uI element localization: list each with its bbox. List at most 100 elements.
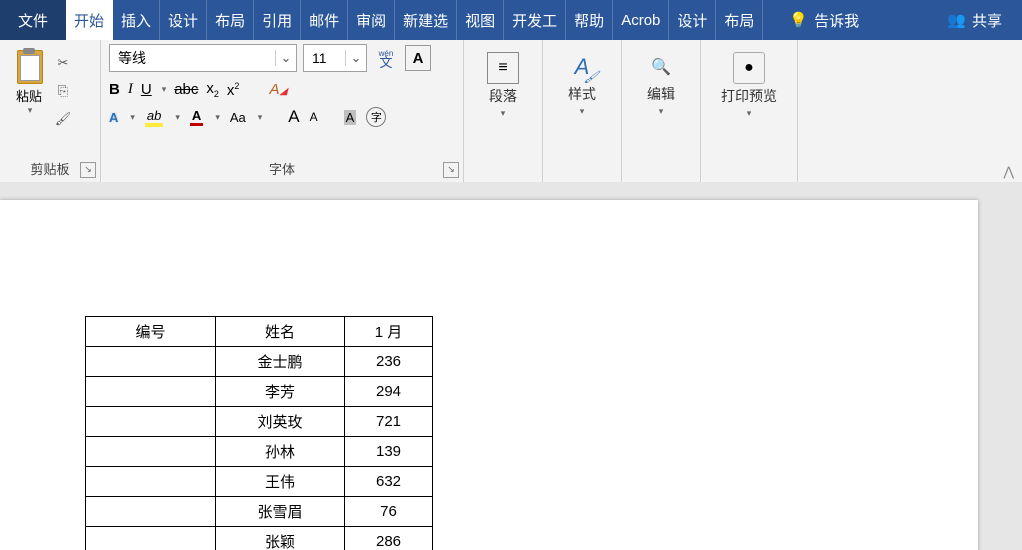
tab-home[interactable]: 开始 [66, 0, 113, 40]
tab-references[interactable]: 引用 [254, 0, 301, 40]
paste-icon[interactable] [14, 48, 44, 84]
font-size-value: 11 [304, 50, 345, 66]
group-clipboard: 粘贴 ▾ ✂ ⎘ 🖌 剪贴板 ↘ [0, 40, 101, 182]
highlight-dropdown[interactable]: ▾ [175, 112, 180, 123]
table-cell[interactable] [86, 347, 216, 377]
table-cell[interactable]: 王伟 [216, 467, 345, 497]
table-cell[interactable] [86, 437, 216, 467]
textfx-dropdown[interactable]: ▾ [130, 112, 135, 123]
table-header-cell[interactable]: 编号 [86, 317, 216, 347]
chevron-down-icon[interactable]: ▾ [659, 106, 664, 117]
font-color-button[interactable]: A [190, 108, 203, 126]
text-effects-button[interactable]: A [109, 110, 118, 125]
table-header-cell[interactable]: 姓名 [216, 317, 345, 347]
table-cell[interactable]: 刘英玫 [216, 407, 345, 437]
chevron-down-icon[interactable]: ▾ [580, 106, 585, 117]
group-editing: 🔍 编辑 ▾ [622, 40, 701, 182]
table-cell[interactable]: 721 [345, 407, 433, 437]
font-color-dropdown[interactable]: ▾ [215, 112, 220, 123]
styles-label: 样式 [568, 84, 596, 104]
paragraph-button[interactable]: ≡ 段落 ▾ [472, 52, 534, 119]
tab-table-design[interactable]: 设计 [669, 0, 716, 40]
document-area: 编号姓名1 月金士鹏236李芳294刘英玫721孙林139王伟632张雪眉76张… [0, 182, 1022, 550]
table-cell[interactable]: 286 [345, 527, 433, 550]
font-name-combo[interactable]: 等线 ⌄ [109, 44, 297, 72]
table-cell[interactable]: 孙林 [216, 437, 345, 467]
share-icon: 👥 [947, 11, 966, 29]
print-preview-button[interactable]: ● 打印预览 ▾ [709, 52, 789, 119]
find-icon: 🔍 [646, 52, 676, 82]
copy-icon[interactable]: ⎘ [52, 80, 74, 102]
table-row: 李芳294 [86, 377, 433, 407]
table-cell[interactable]: 139 [345, 437, 433, 467]
share-button[interactable]: 👥 共享 [927, 0, 1022, 40]
table-cell[interactable]: 76 [345, 497, 433, 527]
styles-icon: A🖌 [567, 52, 597, 82]
table-header-cell[interactable]: 1 月 [345, 317, 433, 347]
tab-mailings[interactable]: 邮件 [301, 0, 348, 40]
cut-icon[interactable]: ✂ [52, 52, 74, 74]
document-table[interactable]: 编号姓名1 月金士鹏236李芳294刘英玫721孙林139王伟632张雪眉76张… [85, 316, 433, 550]
tab-acrobat[interactable]: Acrob [613, 0, 669, 40]
chevron-down-icon[interactable]: ⌄ [275, 50, 296, 66]
paste-label[interactable]: 粘贴 [8, 86, 50, 105]
chevron-down-icon[interactable]: ▾ [747, 108, 752, 119]
phonetic-guide-button[interactable]: wén 文 [373, 45, 399, 71]
table-cell[interactable]: 张颖 [216, 527, 345, 550]
tell-me[interactable]: 💡 告诉我 [773, 0, 875, 40]
tab-design[interactable]: 设计 [160, 0, 207, 40]
highlight-button[interactable]: ab [145, 108, 163, 127]
underline-button[interactable]: U [141, 81, 152, 98]
table-row: 编号姓名1 月 [86, 317, 433, 347]
table-cell[interactable]: 294 [345, 377, 433, 407]
font-launcher[interactable]: ↘ [443, 162, 459, 178]
format-painter-icon[interactable]: 🖌 [52, 108, 74, 130]
case-dropdown[interactable]: ▾ [258, 112, 263, 123]
collapse-ribbon-icon[interactable]: ⋀ [1003, 164, 1014, 180]
tab-file[interactable]: 文件 [0, 0, 66, 40]
chevron-down-icon[interactable]: ▾ [501, 108, 506, 119]
table-cell[interactable]: 236 [345, 347, 433, 377]
table-cell[interactable]: 632 [345, 467, 433, 497]
grow-font-button[interactable]: A [288, 107, 299, 127]
tab-table-layout[interactable]: 布局 [716, 0, 763, 40]
table-cell[interactable] [86, 527, 216, 550]
change-case-button[interactable]: Aa [230, 110, 246, 125]
styles-button[interactable]: A🖌 样式 ▾ [551, 52, 613, 117]
ribbon: 粘贴 ▾ ✂ ⎘ 🖌 剪贴板 ↘ 等线 ⌄ 11 [0, 40, 1022, 183]
chevron-down-icon[interactable]: ⌄ [345, 50, 366, 66]
table-cell[interactable] [86, 377, 216, 407]
clear-format-button[interactable]: A◢ [269, 81, 287, 98]
table-cell[interactable]: 李芳 [216, 377, 345, 407]
superscript-button[interactable]: x2 [227, 81, 240, 99]
italic-button[interactable]: I [128, 81, 133, 98]
tab-developer[interactable]: 开发工 [504, 0, 566, 40]
tab-new[interactable]: 新建选 [395, 0, 457, 40]
subscript-button[interactable]: x2 [206, 80, 219, 99]
tab-view[interactable]: 视图 [457, 0, 504, 40]
tab-layout[interactable]: 布局 [207, 0, 254, 40]
strike-button[interactable]: abc [174, 81, 198, 98]
group-paragraph: ≡ 段落 ▾ [464, 40, 543, 182]
tab-insert[interactable]: 插入 [113, 0, 160, 40]
shrink-font-button[interactable]: A [310, 110, 318, 124]
table-cell[interactable] [86, 467, 216, 497]
table-row: 金士鹏236 [86, 347, 433, 377]
table-cell[interactable]: 金士鹏 [216, 347, 345, 377]
tab-review[interactable]: 审阅 [348, 0, 395, 40]
bold-button[interactable]: B [109, 81, 120, 98]
clipboard-launcher[interactable]: ↘ [80, 162, 96, 178]
editing-button[interactable]: 🔍 编辑 ▾ [630, 52, 692, 117]
ribbon-tabs: 文件 开始 插入 设计 布局 引用 邮件 审阅 新建选 视图 开发工 帮助 Ac… [0, 0, 1022, 40]
enclose-char-button[interactable]: 字 [366, 107, 386, 127]
font-size-combo[interactable]: 11 ⌄ [303, 44, 367, 72]
char-border-button[interactable]: A [405, 45, 431, 71]
char-shading-button[interactable]: A [344, 110, 357, 125]
table-cell[interactable] [86, 497, 216, 527]
table-cell[interactable]: 张雪眉 [216, 497, 345, 527]
underline-dropdown[interactable]: ▾ [162, 84, 167, 95]
table-cell[interactable] [86, 407, 216, 437]
paste-dropdown[interactable]: ▾ [10, 105, 50, 116]
tab-help[interactable]: 帮助 [566, 0, 613, 40]
page[interactable]: 编号姓名1 月金士鹏236李芳294刘英玫721孙林139王伟632张雪眉76张… [0, 200, 978, 550]
